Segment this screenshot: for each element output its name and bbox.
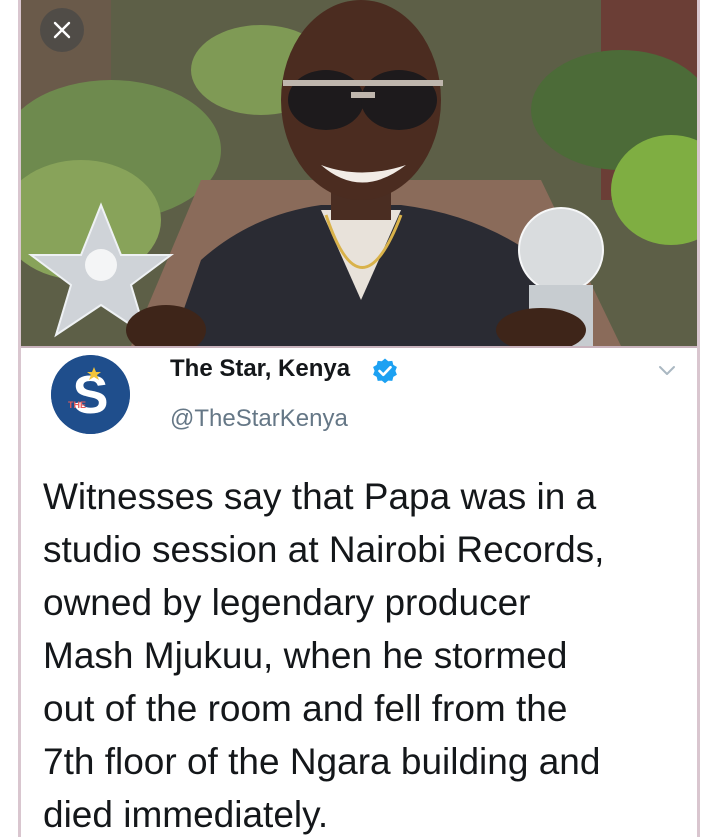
tweet-text: Witnesses say that Papa was in a studio … [43,470,693,837]
right-border [697,0,700,837]
tweet-text-line: owned by legendary producer [43,582,531,623]
tweet-text-line: Mash Mjukuu, when he stormed [43,635,568,676]
verified-badge-icon [373,358,397,384]
avatar[interactable]: S THE [51,355,130,434]
tweet-screenshot: S THE The Star, Kenya @TheStarKenya Witn… [0,0,720,837]
close-icon [53,21,71,39]
svg-text:THE: THE [68,400,86,410]
photo-divider [21,346,697,348]
tweet-photo[interactable] [21,0,697,346]
tweet-text-line: 7th floor of the Ngara building and [43,741,601,782]
photo-illustration [21,0,697,346]
close-button[interactable] [40,8,84,52]
display-name[interactable]: The Star, Kenya [170,355,350,383]
tweet-text-line: out of the room and fell from the [43,688,568,729]
tweet-text-line: studio session at Nairobi Records, [43,529,605,570]
chevron-down-icon[interactable] [655,358,679,382]
user-handle[interactable]: @TheStarKenya [170,405,348,433]
the-star-logo-icon: S THE [51,355,130,434]
tweet-text-line: Witnesses say that Papa was in a [43,476,597,517]
tweet-text-line: died immediately. [43,794,329,835]
